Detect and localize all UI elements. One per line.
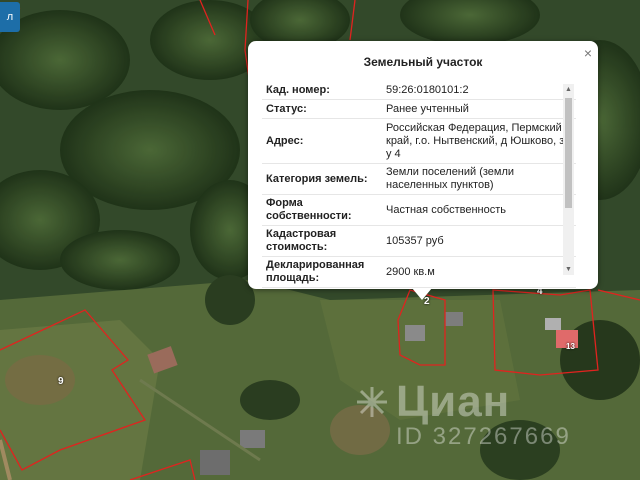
row-label: Категория земель: [262, 163, 382, 195]
parcel-info-table: Кад. номер: 59:26:0180101:2 Статус: Ране… [262, 81, 576, 288]
cian-logo-icon [357, 387, 387, 417]
table-row: Адрес: Российская Федерация, Пермский кр… [262, 118, 576, 164]
table-row: Кад. номер: 59:26:0180101:2 [262, 81, 576, 100]
popup-scrollbar[interactable]: ▲ ▼ [563, 84, 574, 275]
table-row: Кадастровая стоимость: 105357 руб [262, 225, 576, 257]
popup-title: Земельный участок [363, 55, 483, 69]
lot-number-label[interactable]: 13 [566, 342, 575, 351]
row-value: Частная собственность [382, 194, 576, 226]
row-label: Адрес: [262, 118, 382, 164]
row-value: Российская Федерация, Пермский край, г.о… [382, 118, 576, 164]
watermark-brand: Циан [396, 377, 511, 426]
row-value: 105357 руб [382, 225, 576, 257]
popup-pointer [412, 288, 432, 300]
table-row: Декларированная площадь: 2900 кв.м [262, 256, 576, 288]
close-icon[interactable]: × [584, 45, 592, 61]
scroll-up-icon[interactable]: ▲ [563, 84, 574, 95]
parcel-info-popup: Земельный участок × Кад. номер: 59:26:01… [248, 41, 598, 289]
table-row: Категория земель: Земли поселений (земли… [262, 163, 576, 195]
row-label: Кад. номер: [262, 81, 382, 100]
table-row: Статус: Ранее учтенный [262, 99, 576, 119]
cian-watermark: Циан ID 327267669 [357, 377, 571, 450]
row-label: Форма собственности: [262, 194, 382, 226]
row-value: 59:26:0180101:2 [382, 81, 576, 100]
table-row: Форма собственности: Частная собственнос… [262, 194, 576, 226]
watermark-id: ID 327267669 [396, 423, 571, 450]
row-label: Статус: [262, 99, 382, 119]
lot-number-label[interactable]: 9 [58, 376, 64, 387]
row-value: 2900 кв.м [382, 256, 576, 288]
row-value: Ранее учтенный [382, 99, 576, 119]
popup-body: Кад. номер: 59:26:0180101:2 Статус: Ране… [262, 81, 576, 315]
row-label: Кадастровая стоимость: [262, 225, 382, 257]
row-label: Декларированная площадь: [262, 256, 382, 288]
scroll-down-icon[interactable]: ▼ [563, 264, 574, 275]
row-value: Земли поселений (земли населенных пункто… [382, 163, 576, 195]
scroll-thumb[interactable] [565, 98, 572, 208]
layer-toggle-button[interactable]: л [0, 2, 20, 32]
